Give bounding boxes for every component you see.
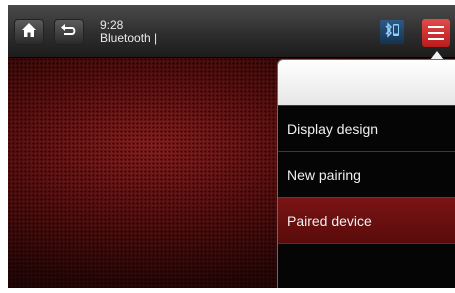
top-bar: 9:28 Bluetooth | <box>8 5 455 58</box>
bluetooth-status-badge <box>380 20 404 44</box>
options-dropdown-menu: Display design New pairing Paired device <box>277 59 455 288</box>
hamburger-menu-icon <box>428 26 444 28</box>
bluetooth-phone-icon <box>383 21 401 44</box>
home-icon <box>21 22 37 43</box>
dropdown-header <box>278 60 455 105</box>
current-source: Bluetooth | <box>100 31 158 45</box>
menu-item-new-pairing[interactable]: New pairing <box>278 151 455 197</box>
menu-item-display-design[interactable]: Display design <box>278 105 455 151</box>
back-icon <box>60 22 78 43</box>
head-unit-screen: 9:28 Bluetooth | Display design New pair… <box>8 5 455 288</box>
menu-item-label: Paired device <box>287 212 372 229</box>
status-readout: 9:28 Bluetooth | <box>100 19 157 45</box>
menu-item-empty <box>278 243 455 288</box>
home-button[interactable] <box>14 19 44 45</box>
menu-item-label: Display design <box>287 120 379 137</box>
menu-item-label: New pairing <box>287 166 361 183</box>
back-button[interactable] <box>54 19 84 45</box>
menu-button[interactable] <box>422 19 450 47</box>
menu-item-paired-device[interactable]: Paired device <box>278 197 455 243</box>
